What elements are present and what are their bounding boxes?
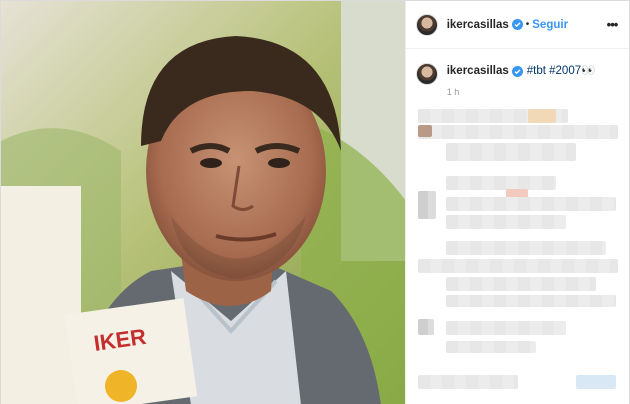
redacted-block <box>417 125 618 139</box>
verified-badge-icon <box>511 65 523 77</box>
redacted-block <box>445 277 596 291</box>
post-header: ikercasillas • Seguir ••• <box>405 1 629 49</box>
verified-badge-icon <box>511 19 523 30</box>
redacted-block <box>445 197 616 211</box>
post-time[interactable]: 1 h <box>447 87 596 97</box>
post-photo[interactable]: IKER <box>1 1 405 404</box>
redacted-block <box>445 321 566 335</box>
redacted-block <box>417 319 434 335</box>
header-username[interactable]: ikercasillas <box>447 19 509 31</box>
ellipsis-icon[interactable]: ••• <box>605 18 619 31</box>
redacted-block <box>445 341 536 353</box>
redacted-block <box>445 295 616 307</box>
caption: ikercasillas #tbt #2007 👀 1 h <box>406 49 629 97</box>
redacted-block <box>445 176 556 190</box>
follow-button[interactable]: Seguir <box>532 19 568 31</box>
caption-avatar[interactable] <box>415 63 438 85</box>
redacted-block <box>417 125 432 137</box>
redacted-block <box>445 241 606 255</box>
redacted-block <box>417 259 618 273</box>
separator-dot: • <box>525 19 530 30</box>
redacted-block <box>445 215 566 229</box>
post-photo-illustration: IKER <box>1 1 405 404</box>
redacted-block <box>445 143 576 161</box>
redacted-block <box>417 191 436 219</box>
redacted-block <box>527 109 556 123</box>
caption-body: ikercasillas #tbt #2007 👀 1 h <box>447 63 596 97</box>
redacted-block <box>575 375 616 389</box>
avatar[interactable] <box>415 13 438 36</box>
instagram-post: IKER ikercasillas • Seguir ••• ikercasil… <box>0 0 630 404</box>
redacted-block <box>417 375 518 389</box>
post-sidebar: ikercasillas • Seguir ••• ikercasillas #… <box>404 1 629 404</box>
caption-hashtags[interactable]: #tbt #2007 <box>527 63 581 79</box>
caption-username[interactable]: ikercasillas <box>447 63 509 79</box>
eyes-emoji: 👀 <box>581 65 596 77</box>
